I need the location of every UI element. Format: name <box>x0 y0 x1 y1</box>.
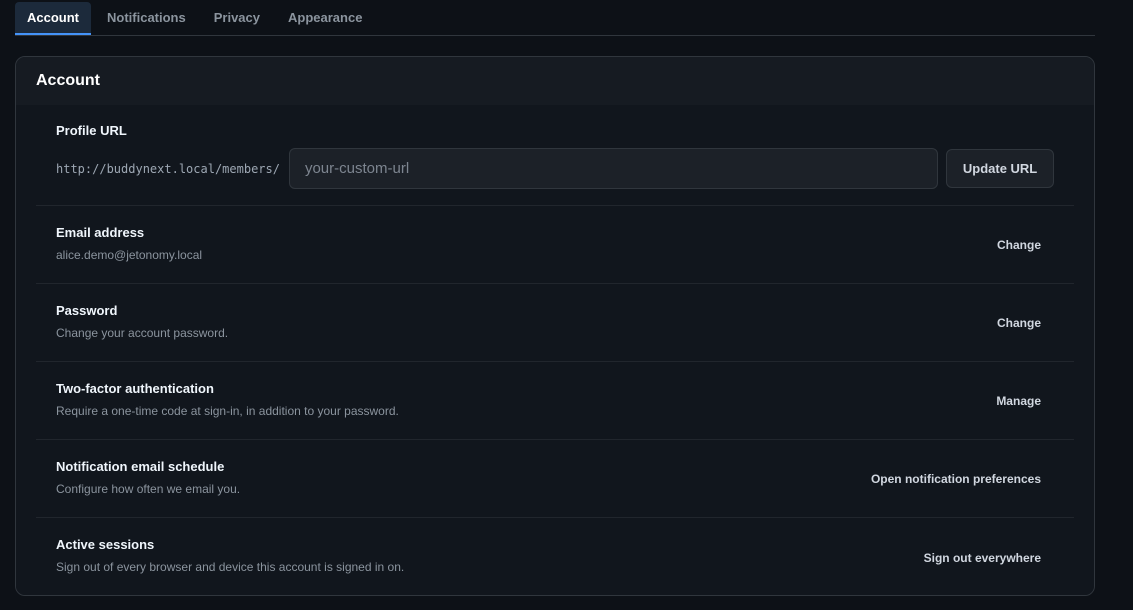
profile-url-row: Profile URL http://buddynext.local/membe… <box>36 105 1074 206</box>
tab-appearance[interactable]: Appearance <box>276 2 374 35</box>
password-desc: Change your account password. <box>56 326 229 340</box>
tab-account[interactable]: Account <box>15 2 91 35</box>
profile-url-title: Profile URL <box>56 123 127 138</box>
card-title: Account <box>16 57 1094 105</box>
tab-notifications[interactable]: Notifications <box>95 2 198 35</box>
custom-url-input[interactable] <box>288 148 939 189</box>
active-sessions-row: Active sessions Sign out of every browse… <box>36 518 1074 595</box>
email-value: alice.demo@jetonomy.local <box>56 248 203 262</box>
open-notification-preferences-link[interactable]: Open notification preferences <box>871 472 1041 486</box>
change-email-button[interactable]: Change <box>997 238 1041 252</box>
email-row: Email address alice.demo@jetonomy.local … <box>36 206 1074 284</box>
two-factor-desc: Require a one-time code at sign-in, in a… <box>56 404 399 418</box>
profile-url-prefix: http://buddynext.local/members/ <box>56 161 280 176</box>
profile-url-line: http://buddynext.local/members/ Update U… <box>56 148 1054 189</box>
change-password-button[interactable]: Change <box>997 316 1041 330</box>
password-title: Password <box>56 303 118 318</box>
account-card: Account Profile URL http://buddynext.loc… <box>15 56 1095 596</box>
card-body: Profile URL http://buddynext.local/membe… <box>16 105 1094 595</box>
email-title: Email address <box>56 225 145 240</box>
password-row: Password Change your account password. C… <box>36 284 1074 362</box>
update-url-button[interactable]: Update URL <box>946 149 1054 188</box>
tab-privacy[interactable]: Privacy <box>202 2 272 35</box>
active-sessions-title: Active sessions <box>56 537 155 552</box>
two-factor-title: Two-factor authentication <box>56 381 214 396</box>
notification-schedule-row: Notification email schedule Configure ho… <box>36 440 1074 518</box>
active-sessions-desc: Sign out of every browser and device thi… <box>56 560 405 574</box>
settings-tabs: Account Notifications Privacy Appearance <box>15 2 1095 36</box>
two-factor-row: Two-factor authentication Require a one-… <box>36 362 1074 440</box>
manage-two-factor-button[interactable]: Manage <box>996 394 1041 408</box>
sign-out-everywhere-button[interactable]: Sign out everywhere <box>924 551 1041 565</box>
